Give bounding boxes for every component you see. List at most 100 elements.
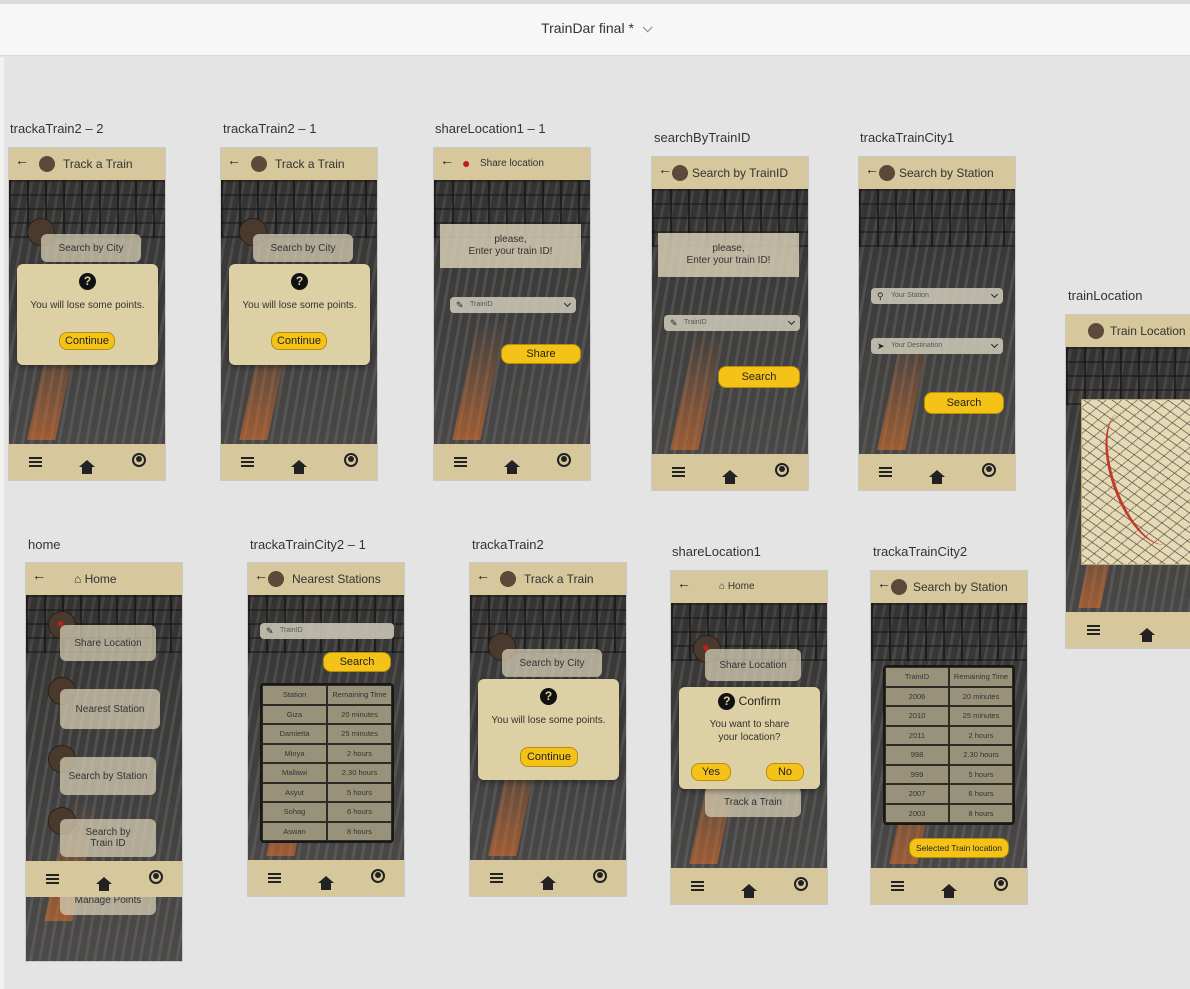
artboard-search-by-train-id[interactable]: ← Search by TrainID please, Enter your t… bbox=[651, 156, 809, 491]
home-icon[interactable] bbox=[719, 464, 741, 484]
back-arrow-icon[interactable]: ← bbox=[658, 161, 672, 177]
home-icon[interactable] bbox=[926, 464, 948, 484]
search-by-city-button[interactable]: Search by City bbox=[253, 234, 353, 262]
artboard-label[interactable]: shareLocation1 bbox=[672, 544, 761, 559]
table-row[interactable]: 2006 20 minutes bbox=[885, 687, 1013, 707]
artboard-label[interactable]: trackaTrainCity2 – 1 bbox=[250, 537, 366, 552]
train-id-input[interactable]: ✎ TrainID bbox=[260, 623, 394, 639]
home-icon[interactable] bbox=[1136, 622, 1158, 642]
table-row[interactable]: 2007 6 hours bbox=[885, 784, 1013, 804]
search-button[interactable]: Search bbox=[924, 392, 1004, 414]
home-icon[interactable] bbox=[537, 870, 559, 890]
table-row[interactable]: Sohag 6 hours bbox=[262, 802, 392, 822]
table-row[interactable]: Damietta 25 minutes bbox=[262, 724, 392, 744]
track-a-train-button[interactable]: Track a Train bbox=[705, 787, 801, 817]
artboard-label[interactable]: home bbox=[28, 537, 61, 552]
menu-list-icon[interactable] bbox=[449, 454, 471, 471]
menu-list-icon[interactable] bbox=[24, 454, 46, 471]
profile-icon[interactable] bbox=[128, 453, 150, 471]
share-location-button[interactable]: Share Location bbox=[705, 649, 801, 681]
profile-icon[interactable] bbox=[790, 877, 812, 895]
search-by-train-id-button[interactable]: Search by Train ID bbox=[60, 819, 156, 857]
search-by-station-button[interactable]: Search by Station bbox=[60, 757, 156, 795]
back-arrow-icon[interactable]: ← bbox=[877, 575, 891, 591]
profile-icon[interactable] bbox=[978, 463, 1000, 481]
profile-icon[interactable] bbox=[589, 869, 611, 887]
artboard-tracka-train-city2-1[interactable]: ← Nearest Stations ✎ TrainID Search Stat… bbox=[247, 562, 405, 897]
station-select[interactable]: ⚲ Your Station bbox=[871, 288, 1003, 304]
back-arrow-icon[interactable]: ← bbox=[254, 567, 268, 583]
search-button[interactable]: Search bbox=[323, 652, 391, 672]
artboard-tracka-train2-1[interactable]: ← Track a Train Search by City ? You wil… bbox=[220, 147, 378, 481]
table-row[interactable]: 999 5 hours bbox=[885, 765, 1013, 785]
menu-list-icon[interactable] bbox=[41, 871, 63, 888]
profile-icon[interactable] bbox=[771, 463, 793, 481]
yes-button[interactable]: Yes bbox=[691, 763, 731, 781]
home-icon[interactable] bbox=[501, 454, 523, 474]
no-button[interactable]: No bbox=[766, 763, 804, 781]
table-row[interactable]: Mallawi 2.30 hours bbox=[262, 763, 392, 783]
artboard-tracka-train-city1[interactable]: ← Search by Station ⚲ Your Station ➤ You… bbox=[858, 156, 1016, 491]
home-icon[interactable] bbox=[93, 871, 115, 891]
menu-list-icon[interactable] bbox=[686, 878, 708, 895]
continue-button[interactable]: Continue bbox=[271, 332, 327, 350]
profile-icon[interactable] bbox=[145, 870, 167, 888]
continue-button[interactable]: Continue bbox=[59, 332, 115, 350]
artboard-label[interactable]: trackaTrain2 – 1 bbox=[223, 121, 316, 136]
train-id-select[interactable]: ✎ TrainID bbox=[664, 315, 800, 331]
nearest-station-button[interactable]: Nearest Station bbox=[60, 689, 160, 729]
table-row[interactable]: Giza 20 minutes bbox=[262, 705, 392, 725]
menu-list-icon[interactable] bbox=[874, 464, 896, 481]
table-row[interactable]: 2011 2 hours bbox=[885, 726, 1013, 746]
profile-icon[interactable] bbox=[340, 453, 362, 471]
artboard-tracka-train2[interactable]: ← Track a Train Search by City ? You wil… bbox=[469, 562, 627, 897]
profile-icon[interactable] bbox=[990, 877, 1012, 895]
artboard-label[interactable]: trackaTrain2 – 2 bbox=[10, 121, 103, 136]
artboard-label[interactable]: shareLocation1 – 1 bbox=[435, 121, 546, 136]
train-id-select[interactable]: ✎ TrainID bbox=[450, 297, 576, 313]
selected-train-location-button[interactable]: Selected Train location bbox=[909, 838, 1009, 858]
artboard-tracka-train-city2[interactable]: ← Search by Station TrainID Remaining Ti… bbox=[870, 570, 1028, 905]
artboard-label[interactable]: trackaTrainCity2 bbox=[873, 544, 967, 559]
artboard-label[interactable]: trainLocation bbox=[1068, 288, 1142, 303]
home-icon[interactable] bbox=[76, 454, 98, 474]
back-arrow-icon[interactable]: ← bbox=[440, 152, 454, 168]
home-icon[interactable] bbox=[288, 454, 310, 474]
table-row[interactable]: 2010 25 minutes bbox=[885, 706, 1013, 726]
home-icon[interactable] bbox=[938, 878, 960, 898]
table-row[interactable]: 2003 8 hours bbox=[885, 804, 1013, 824]
profile-icon[interactable] bbox=[553, 453, 575, 471]
table-row[interactable]: 998 2.30 hours bbox=[885, 745, 1013, 765]
back-arrow-icon[interactable]: ← bbox=[32, 567, 46, 583]
search-by-city-button[interactable]: Search by City bbox=[502, 649, 602, 677]
back-arrow-icon[interactable]: ← bbox=[865, 161, 879, 177]
table-row[interactable]: Minya 2 hours bbox=[262, 744, 392, 764]
back-arrow-icon[interactable]: ← bbox=[476, 567, 490, 583]
artboard-label[interactable]: trackaTrainCity1 bbox=[860, 130, 954, 145]
menu-list-icon[interactable] bbox=[886, 878, 908, 895]
destination-select[interactable]: ➤ Your Destination bbox=[871, 338, 1003, 354]
menu-list-icon[interactable] bbox=[667, 464, 689, 481]
artboard-train-location[interactable]: Train Location bbox=[1065, 314, 1190, 649]
menu-list-icon[interactable] bbox=[1082, 622, 1104, 639]
search-button[interactable]: Search bbox=[718, 366, 800, 388]
back-arrow-icon[interactable]: ← bbox=[15, 152, 29, 168]
artboard-tracka-train2-2[interactable]: ← Track a Train Search by City ? You wil… bbox=[8, 147, 166, 481]
table-row[interactable]: Aswan 8 hours bbox=[262, 822, 392, 842]
artboard-share-location1[interactable]: ← ⌂ Home Share Location ? Confirm You wa… bbox=[670, 570, 828, 905]
menu-list-icon[interactable] bbox=[485, 870, 507, 887]
menu-list-icon[interactable] bbox=[263, 870, 285, 887]
artboard-label[interactable]: searchByTrainID bbox=[654, 130, 750, 145]
table-row[interactable]: Asyut 5 hours bbox=[262, 783, 392, 803]
artboard-label[interactable]: trackaTrain2 bbox=[472, 537, 544, 552]
chevron-down-icon[interactable] bbox=[642, 22, 653, 33]
share-location-button[interactable]: Share Location bbox=[60, 625, 156, 661]
profile-icon[interactable] bbox=[367, 869, 389, 887]
menu-list-icon[interactable] bbox=[236, 454, 258, 471]
back-arrow-icon[interactable]: ← bbox=[227, 152, 241, 168]
home-icon[interactable] bbox=[738, 878, 760, 898]
share-button[interactable]: Share bbox=[501, 344, 581, 364]
artboard-share-location1-1[interactable]: ← ● Share location please, Enter your tr… bbox=[433, 147, 591, 481]
document-title[interactable]: TrainDar final * bbox=[0, 20, 1190, 36]
search-by-city-button[interactable]: Search by City bbox=[41, 234, 141, 262]
